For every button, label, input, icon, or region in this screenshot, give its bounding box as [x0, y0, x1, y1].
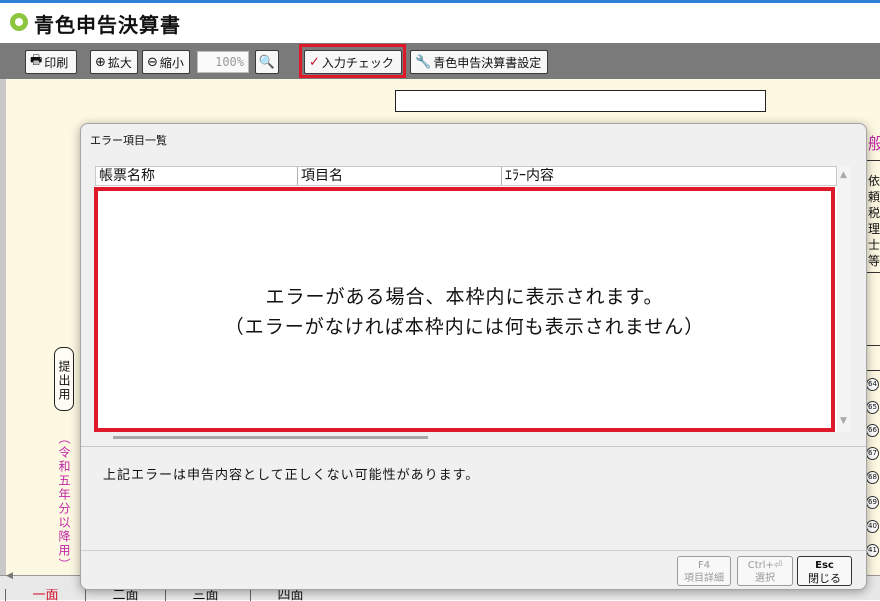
- zoom-level-field[interactable]: 100%: [197, 51, 249, 73]
- checkmark-icon: ✓: [309, 54, 320, 70]
- window-title: 青色申告決算書: [34, 13, 181, 37]
- fit-zoom-button[interactable]: 🔍: [255, 50, 279, 74]
- submission-label: 提出用: [54, 347, 74, 411]
- column-error-content[interactable]: ｴﾗｰ内容: [502, 167, 836, 185]
- row-number-badge: 65: [866, 401, 879, 414]
- input-check-button[interactable]: ✓ 入力チェック: [304, 50, 402, 74]
- row-number-badge: 64: [866, 378, 879, 391]
- print-button[interactable]: 🖶 印刷: [25, 50, 77, 74]
- error-list-dialog: エラー項目一覧 帳票名称 項目名 ｴﾗｰ内容 ▲ ▼ エラーがある場合、本枠内に…: [80, 123, 867, 590]
- toolbar: 🖶 印刷 ⊕ 拡大 ⊖ 縮小 100% 🔍 ✓ 入力チェック 🔧 青色申告決算書…: [0, 43, 880, 79]
- right-char: 士: [868, 238, 880, 252]
- row-number-badge: 68: [866, 471, 879, 484]
- right-char: 頼: [868, 190, 880, 204]
- dialog-note: 上記エラーは申告内容として正しくない可能性があります。: [103, 468, 480, 483]
- left-scroll-strip[interactable]: [0, 79, 6, 575]
- row-number-badge: 41: [866, 544, 879, 557]
- select-key: Ctrl+⏎: [747, 560, 783, 571]
- item-detail-label: 項目詳細: [684, 573, 724, 584]
- column-item-name[interactable]: 項目名: [298, 167, 502, 185]
- tab-sheet-1[interactable]: 一面: [5, 589, 85, 601]
- row-number-badge: 69: [866, 496, 879, 509]
- select-button[interactable]: Ctrl+⏎ 選択: [737, 556, 793, 586]
- dialog-title: エラー項目一覧: [90, 134, 167, 147]
- row-number-badge: 66: [866, 424, 879, 437]
- settings-label: 青色申告決算書設定: [433, 55, 542, 70]
- right-heading: 般: [868, 134, 880, 153]
- dialog-footer-divider: [81, 550, 866, 551]
- settings-button[interactable]: 🔧 青色申告決算書設定: [410, 50, 548, 74]
- close-button[interactable]: Esc 閉じる: [797, 556, 852, 586]
- scroll-left-arrow-icon[interactable]: ◀: [6, 571, 13, 581]
- zoom-in-label: 拡大: [107, 55, 132, 70]
- error-area-message-sub: （エラーがなければ本枠内には何も表示されません）: [224, 316, 705, 338]
- scroll-up-icon[interactable]: ▲: [840, 170, 847, 180]
- title-bar: 青色申告決算書: [0, 3, 880, 43]
- item-detail-key: F4: [697, 560, 711, 571]
- zoom-out-label: 縮小: [159, 55, 184, 70]
- app-circle-icon: [10, 13, 28, 31]
- scroll-down-icon[interactable]: ▼: [840, 416, 847, 426]
- printer-icon: 🖶: [30, 53, 43, 68]
- row-number-badge: 40: [866, 520, 879, 533]
- error-area-message: エラーがある場合、本枠内に表示されます。: [265, 286, 664, 308]
- row-number-badge: 67: [866, 447, 879, 460]
- wrench-icon: 🔧: [415, 54, 432, 70]
- error-area-highlight: [94, 187, 835, 432]
- right-char: 等: [868, 254, 880, 268]
- print-label: 印刷: [44, 55, 69, 70]
- input-check-label: 入力チェック: [321, 55, 394, 70]
- close-key: Esc: [815, 560, 834, 571]
- tab-sheet-2[interactable]: 二面: [85, 589, 165, 601]
- right-char: 理: [868, 222, 880, 236]
- zoom-in-button[interactable]: ⊕ 拡大: [90, 50, 138, 74]
- close-label: 閉じる: [808, 572, 841, 585]
- list-vertical-scrollbar[interactable]: ▲ ▼: [837, 166, 851, 432]
- item-detail-button[interactable]: F4 項目詳細: [677, 556, 731, 586]
- select-label: 選択: [755, 573, 775, 584]
- tab-sheet-4[interactable]: 四面: [250, 589, 330, 601]
- right-char: 税: [868, 206, 880, 220]
- dialog-divider: [81, 446, 866, 447]
- zoom-out-button[interactable]: ⊖ 縮小: [142, 50, 190, 74]
- error-list-header: 帳票名称 項目名 ｴﾗｰ内容: [95, 166, 837, 186]
- zoom-in-icon: ⊕: [95, 54, 106, 70]
- column-form-name[interactable]: 帳票名称: [96, 167, 298, 185]
- reiwa-label: （令和五年分以降用）: [57, 432, 71, 572]
- form-input-box[interactable]: [395, 90, 766, 112]
- zoom-out-icon: ⊖: [147, 54, 158, 70]
- list-horizontal-scrollbar[interactable]: [113, 436, 428, 439]
- right-char: 依: [868, 174, 880, 188]
- magnifier-icon: 🔍: [258, 54, 276, 70]
- tab-sheet-3[interactable]: 三面: [165, 589, 245, 601]
